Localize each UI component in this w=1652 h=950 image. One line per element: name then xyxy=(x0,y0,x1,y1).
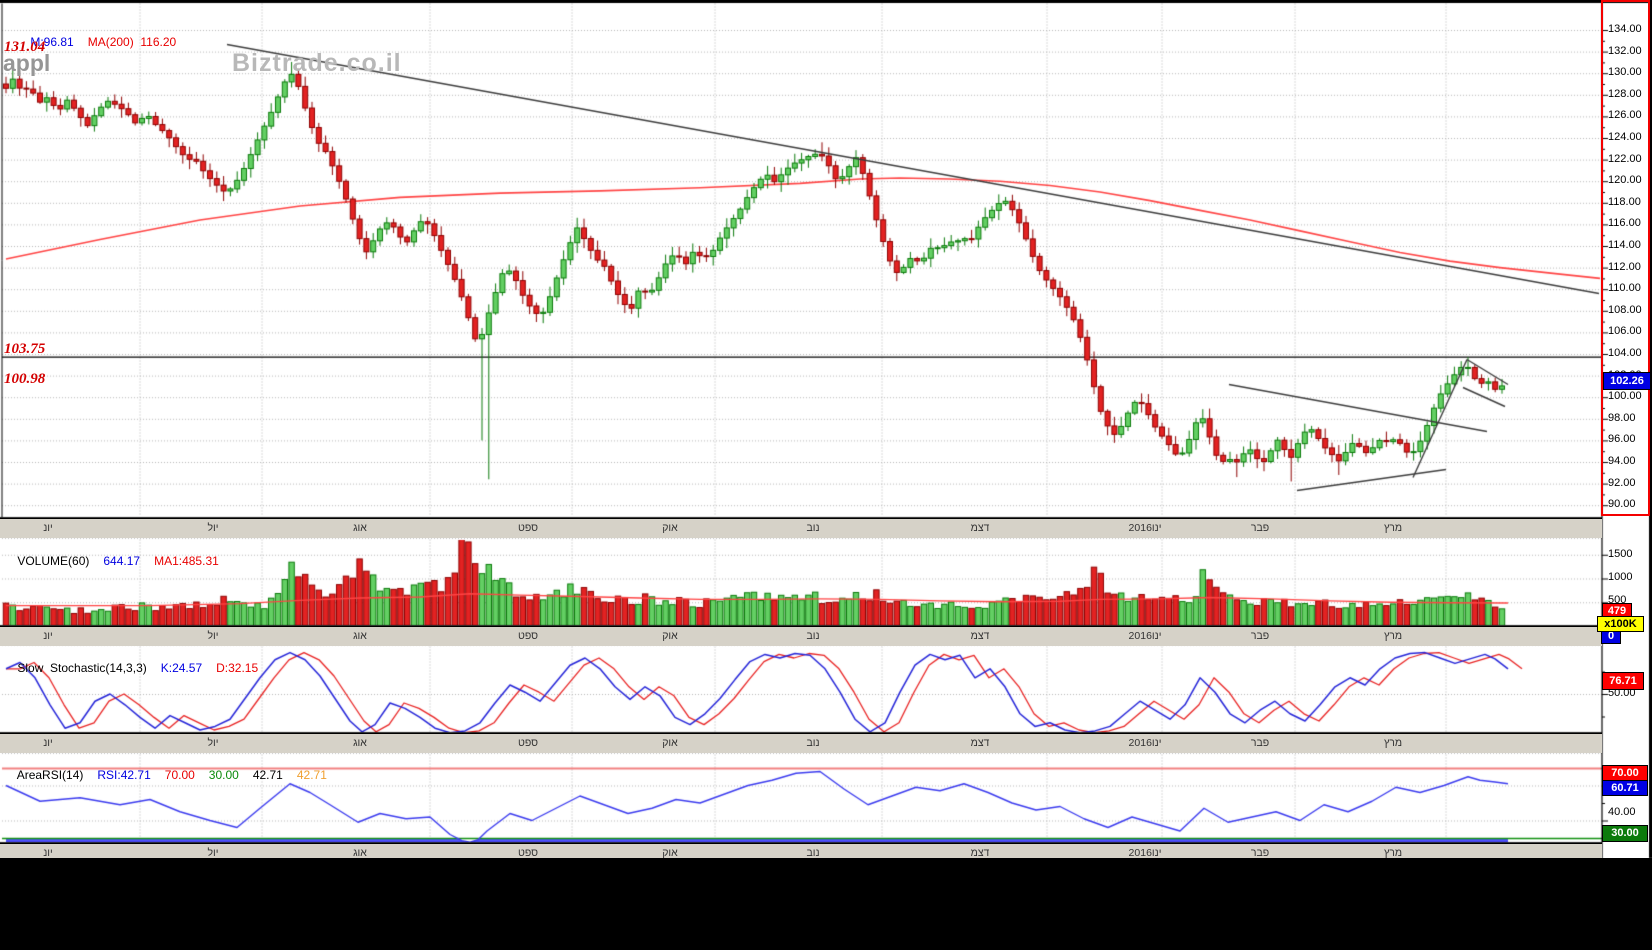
price-tick-label: 96.00 xyxy=(1608,433,1636,446)
rsi-value: RSI:42.71 xyxy=(97,768,151,782)
volume-tick-1500: 1500 xyxy=(1608,548,1633,560)
stochastic-header: Slow Stochastic(14,3,3) K:24.57 D:32.15 xyxy=(4,647,272,689)
month-label: אוג xyxy=(353,522,367,534)
rsi-overbought-label: 70.00 xyxy=(164,768,195,782)
month-label: ינו2016 xyxy=(1128,737,1162,749)
price-tick-label: 124.00 xyxy=(1608,131,1642,143)
price-tick-label: 128.00 xyxy=(1608,87,1642,100)
volume-ma-value: MA1:485.31 xyxy=(154,554,219,568)
chart-canvas[interactable] xyxy=(0,0,1652,950)
month-label: פבר xyxy=(1250,522,1270,534)
month-label: פבר xyxy=(1250,737,1270,749)
stochastic-k-value: K:24.57 xyxy=(160,661,203,675)
stochastic-title: Slow Stochastic(14,3,3) xyxy=(17,661,147,675)
time-axis-stochastic[interactable]: יונ יול אוג ספט אוק נוב דצמ ינו2016 פבר מרץ xyxy=(0,733,1602,753)
volume-value: 644.17 xyxy=(103,554,141,568)
price-tick-label: 132.00 xyxy=(1608,44,1642,57)
watermark: Biztrade.co.il xyxy=(232,49,402,77)
support-level-label: 100.98 xyxy=(4,371,46,387)
month-label: נוב xyxy=(806,522,820,534)
month-label: נוב xyxy=(806,737,820,749)
rsi-oversold-badge: 30.00 xyxy=(1602,825,1648,842)
last-price-badge: 102.26 xyxy=(1603,372,1651,390)
month-label: דצמ xyxy=(970,737,990,749)
price-tick-label: 114.00 xyxy=(1608,239,1641,251)
price-tick-label: 130.00 xyxy=(1608,66,1642,79)
price-tick-label: 94.00 xyxy=(1608,455,1636,467)
price-tick-label: 108.00 xyxy=(1608,303,1642,316)
month-label: אוג xyxy=(353,737,367,749)
high-level-label: 131.04 xyxy=(4,39,46,55)
month-label: ספט xyxy=(517,630,539,642)
month-label: יול xyxy=(207,522,219,534)
month-label: יול xyxy=(207,737,219,749)
rsi-oversold-label: 30.00 xyxy=(208,768,239,782)
price-tick-label: 90.00 xyxy=(1608,498,1636,511)
price-tick-label: 116.00 xyxy=(1608,217,1641,230)
month-label: מרץ xyxy=(1383,522,1403,534)
price-tick-label: 98.00 xyxy=(1608,411,1636,424)
resistance-level-label: 103.75 xyxy=(4,341,46,357)
price-tick-label: 100.00 xyxy=(1608,390,1642,403)
rsi-title: AreaRSI(14) xyxy=(16,768,84,782)
month-label: דצמ xyxy=(970,522,990,534)
month-label: אוג xyxy=(353,630,367,642)
month-label: פבר xyxy=(1250,630,1270,642)
price-tick-label: 118.00 xyxy=(1608,195,1641,208)
month-label: ספט xyxy=(517,737,539,749)
price-tick-label: 110.00 xyxy=(1608,282,1641,295)
month-label: נוב xyxy=(806,630,820,642)
rsi-overbought-badge: 70.00 xyxy=(1602,765,1648,781)
volume-scale-badge: x100K xyxy=(1597,616,1644,632)
month-label: ינו2016 xyxy=(1128,522,1162,534)
month-label: אוק xyxy=(662,737,678,749)
price-tick-label: 126.00 xyxy=(1608,109,1642,122)
volume-header: VOLUME(60) 644.17 MA1:485.31 xyxy=(4,540,233,582)
month-label: מרץ xyxy=(1383,630,1403,642)
month-label: יונ xyxy=(43,630,53,642)
price-tick-label: 120.00 xyxy=(1608,174,1642,187)
rsi-value3: 42.71 xyxy=(296,768,327,782)
price-tick-label: 106.00 xyxy=(1608,325,1642,338)
month-label: ינו2016 xyxy=(1128,630,1162,642)
price-tick-label: 104.00 xyxy=(1608,347,1642,359)
footer-bar xyxy=(0,858,1652,950)
volume-title: VOLUME(60) xyxy=(17,554,90,568)
rsi-tick-40: 40.00 xyxy=(1608,806,1636,818)
chart-window: M:96.81 MA(200) 116.20 131.04 appl Biztra… xyxy=(0,0,1652,950)
ma200-value-label: MA(200) 116.20 xyxy=(87,35,177,49)
month-label: מרץ xyxy=(1383,737,1403,749)
month-label: אוק xyxy=(662,630,678,642)
month-label: ספט xyxy=(517,522,539,534)
month-label: יונ xyxy=(43,737,53,749)
price-tick-label: 134.00 xyxy=(1608,23,1642,35)
month-label: יונ xyxy=(43,522,53,534)
price-tick-label: 112.00 xyxy=(1608,260,1641,273)
rsi-value-badge: 60.71 xyxy=(1602,780,1648,796)
volume-tick-1000: 1000 xyxy=(1608,571,1633,583)
stochastic-badge: 76.71 xyxy=(1602,672,1644,690)
rsi-header: AreaRSI(14) RSI:42.71 70.00 30.00 42.71 42.71 xyxy=(4,754,341,796)
month-label: יול xyxy=(207,630,219,642)
price-tick-label: 122.00 xyxy=(1608,152,1642,165)
month-label: אוק xyxy=(662,522,678,534)
month-label: דצמ xyxy=(970,630,990,642)
rsi-value2: 42.71 xyxy=(252,768,283,782)
time-axis-main[interactable]: יונ יול אוג ספט אוק נוב דצמ ינו2016 פבר מרץ xyxy=(0,518,1602,538)
stochastic-d-value: D:32.15 xyxy=(216,661,259,675)
time-axis-volume[interactable]: יונ יול אוג ספט אוק נוב דצמ ינו2016 פבר מרץ xyxy=(0,626,1602,646)
price-tick-label: 92.00 xyxy=(1608,476,1636,489)
